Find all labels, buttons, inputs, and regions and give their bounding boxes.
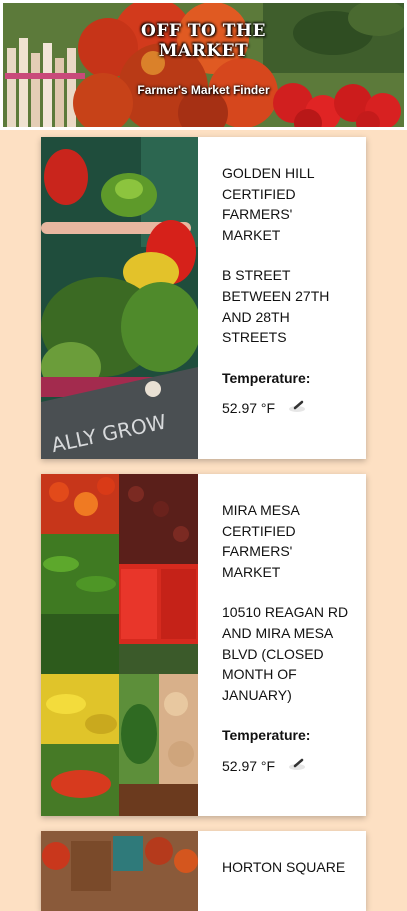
market-address: 10510 REAGAN RD AND MIRA MESA BLVD (CLOS… [222,604,349,703]
market-name: HORTON SQUARE [222,859,346,875]
market-info: MIRA MESA CERTIFIED FARMERS' MARKET 1051… [222,500,352,778]
temperature-value: 52.97 °F [222,757,276,774]
market-card[interactable]: MIRA MESA CERTIFIED FARMERS' MARKET 1051… [41,474,366,816]
market-image [41,474,198,816]
temperature-value: 52.97 °F [222,400,276,417]
temperature-label: Temperature: [222,727,311,744]
market-info: GOLDEN HILL CERTIFIED FARMERS' MARKET B … [222,163,352,420]
market-image [41,831,198,911]
temperature-label: Temperature: [222,369,311,386]
app-subtitle: Farmer's Market Finder [137,83,270,97]
temperature-row: 52.97 °F [222,756,352,778]
app-title-line1: OFF TO THE [141,21,266,41]
header-banner: OFF TO THE MARKET Farmer's Market Finder [0,0,407,130]
cloud-wind-icon [287,757,307,778]
market-card[interactable]: HORTON SQUARE [41,831,366,911]
market-name: MIRA MESA CERTIFIED FARMERS' MARKET [222,502,300,580]
market-name: GOLDEN HILL CERTIFIED FARMERS' MARKET [222,165,315,243]
market-baskets-image [41,831,198,911]
cloud-wind-icon [287,399,307,420]
market-card[interactable]: ALLY GROW GOLDEN HILL CERTIFIED FARMERS'… [41,137,366,459]
market-image: ALLY GROW [41,137,198,459]
vegetable-stall-image [41,474,198,816]
app-title-line2: MARKET [158,41,249,61]
temperature-row: 52.97 °F [222,398,352,420]
market-address: B STREET BETWEEN 27TH AND 28TH STREETS [222,267,330,346]
market-info: HORTON SQUARE [222,857,352,878]
produce-basket-chalkboard-image: ALLY GROW [41,137,198,459]
